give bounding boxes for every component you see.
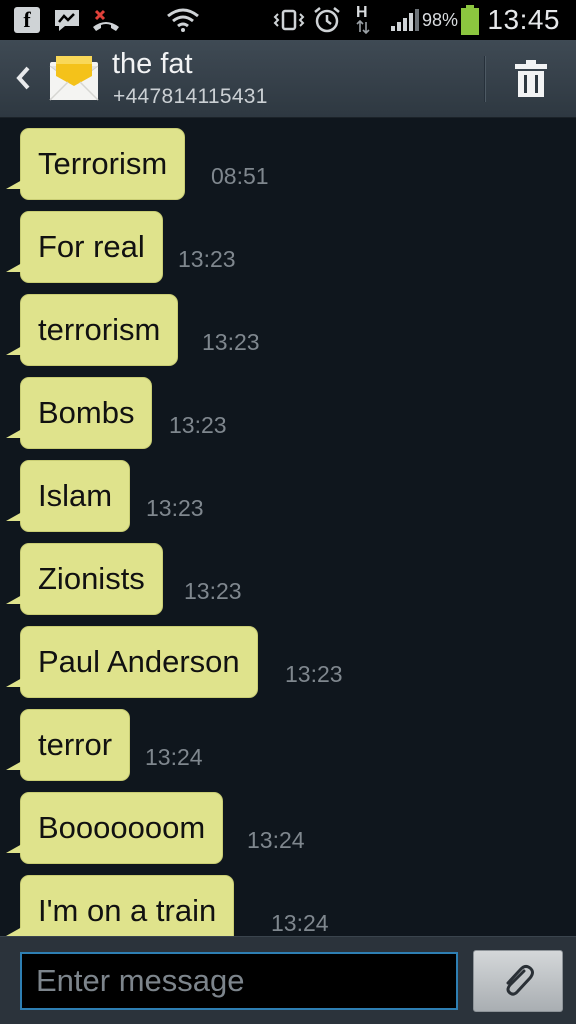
message-time: 13:23	[146, 495, 204, 521]
signal-icon	[390, 8, 420, 32]
message-row: For real 13:23	[0, 201, 576, 283]
message-bubble[interactable]: terrorism	[5, 294, 179, 366]
message-time: 13:23	[184, 578, 242, 604]
message-bubble[interactable]: terror	[5, 709, 131, 781]
back-button[interactable]	[6, 58, 40, 98]
message-time: 13:24	[145, 744, 203, 770]
missed-call-icon	[90, 8, 122, 32]
facebook-icon: f	[14, 7, 40, 33]
message-bubble[interactable]: Bombs	[5, 377, 153, 449]
message-bubble[interactable]: Terrorism	[5, 128, 186, 200]
alarm-icon	[312, 7, 342, 33]
message-bubble[interactable]: I'm on a train	[5, 875, 235, 936]
composer-bar	[0, 936, 576, 1024]
chevron-left-icon	[16, 66, 30, 90]
message-row: Terrorism 08:51	[0, 118, 576, 200]
message-bubble[interactable]: Zionists	[6, 543, 163, 615]
message-bubble[interactable]: Booooooom	[5, 792, 224, 864]
message-time: 08:51	[211, 163, 269, 189]
message-row: I'm on a train 13:24	[0, 865, 576, 936]
wifi-icon	[166, 8, 200, 32]
message-time: 13:24	[247, 827, 305, 853]
battery-icon	[459, 5, 481, 35]
status-time: 13:45	[487, 4, 560, 35]
vibrate-icon	[272, 8, 306, 32]
delete-button[interactable]	[500, 54, 562, 104]
message-row: Zionists 13:23	[0, 533, 576, 615]
message-row: terrorism 13:23	[0, 284, 576, 366]
paperclip-icon	[506, 964, 534, 996]
data-arrows-icon	[356, 20, 370, 34]
message-bubble[interactable]: Islam	[5, 460, 131, 532]
message-time: 13:23	[169, 412, 227, 438]
header-divider	[484, 56, 486, 102]
messenger-icon	[52, 8, 82, 32]
message-input[interactable]	[20, 952, 458, 1010]
message-row: Islam 13:23	[0, 450, 576, 532]
message-bubble[interactable]: Paul Anderson	[6, 626, 258, 698]
message-list[interactable]: Terrorism 08:51 For real 13:23 terrorism…	[0, 118, 576, 936]
attach-button[interactable]	[473, 950, 563, 1012]
message-bubble[interactable]: For real	[6, 211, 163, 283]
message-time: 13:23	[202, 329, 260, 355]
conversation-header: the fat +447814115431	[0, 40, 576, 118]
message-row: Bombs 13:23	[0, 367, 576, 449]
contact-number: +447814115431	[113, 85, 268, 108]
battery-percent: 98%	[422, 10, 459, 30]
message-row: Booooooom 13:24	[0, 782, 576, 864]
message-time: 13:24	[271, 910, 329, 936]
envelope-icon	[48, 54, 100, 104]
status-bar: f H 98% 13:45	[0, 0, 576, 40]
message-row: Paul Anderson 13:23	[0, 616, 576, 698]
message-time: 13:23	[178, 246, 236, 272]
message-time: 13:23	[285, 661, 343, 687]
message-row: terror 13:24	[0, 699, 576, 781]
trash-icon	[515, 60, 547, 97]
contact-name: the fat	[112, 48, 193, 80]
